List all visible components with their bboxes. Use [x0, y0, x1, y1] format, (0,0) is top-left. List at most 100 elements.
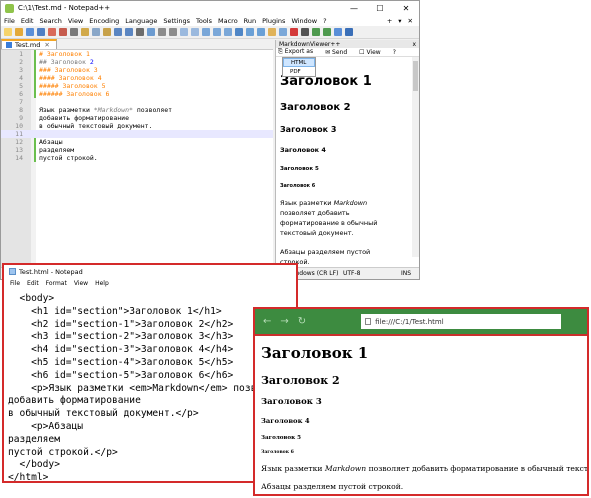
code-editor[interactable]: 1 # Заголовок 1 2 ## Заголовок 2 3 ### Заголо… [1, 50, 273, 268]
page-heading-5: Заголовок 5 [261, 435, 301, 441]
undo-icon[interactable] [114, 28, 122, 36]
new-tab-button[interactable]: + [387, 17, 392, 25]
save-macro-icon[interactable] [334, 28, 342, 36]
insert-mode[interactable]: INS [401, 270, 411, 277]
code-line[interactable]: 5 ##### Заголовок 5 [1, 82, 273, 90]
notepad-menu-help[interactable]: Help [95, 280, 109, 287]
export-pdf-option[interactable]: PDF [283, 67, 315, 76]
notepadpp-logo-icon [5, 3, 14, 13]
monitoring-icon[interactable] [279, 28, 287, 36]
export-html-option[interactable]: HTML [283, 58, 315, 67]
stop-macro-icon[interactable] [301, 28, 309, 36]
menu-window[interactable]: Window [291, 17, 317, 25]
notepad-window-title: Test.html - Notepad [19, 267, 83, 276]
record-macro-icon[interactable] [290, 28, 298, 36]
print-icon[interactable] [70, 28, 78, 36]
notepad-menu-edit[interactable]: Edit [27, 280, 39, 287]
replace-icon[interactable] [147, 28, 155, 36]
code-line[interactable]: 2 ## Заголовок 2 [1, 58, 273, 66]
code-line[interactable]: 10 в обычный текстовый документ. [1, 122, 273, 130]
preview-heading-5: Заголовок 5 [280, 166, 319, 172]
panel-close-icon[interactable]: x [412, 41, 416, 48]
show-all-chars-icon[interactable] [213, 28, 221, 36]
menu-file[interactable]: File [4, 17, 15, 25]
word-wrap-icon[interactable] [202, 28, 210, 36]
help-button[interactable]: ? [393, 49, 396, 56]
menu-settings[interactable]: Settings [163, 17, 190, 25]
save-all-icon[interactable] [37, 28, 45, 36]
menu-view[interactable]: View [68, 17, 83, 25]
maximize-button[interactable]: ☐ [367, 4, 393, 13]
copy-icon[interactable] [92, 28, 100, 36]
reload-button[interactable]: ↻ [298, 316, 306, 327]
notepad-menu-view[interactable]: View [74, 280, 88, 287]
sync-vertical-icon[interactable] [180, 28, 188, 36]
code-line[interactable]: 3 ### Заголовок 3 [1, 66, 273, 74]
line-number: 9 [19, 114, 23, 122]
close-all-icon[interactable] [59, 28, 67, 36]
zoom-out-icon[interactable] [169, 28, 177, 36]
close-file-icon[interactable] [48, 28, 56, 36]
menu-edit[interactable]: Edit [21, 17, 34, 25]
code-line[interactable]: 11 [1, 130, 273, 138]
code-text: в обычный текстовый документ. [39, 122, 153, 130]
npp-tab-strip: Test.md ✕ [1, 39, 273, 50]
menu-run[interactable]: Run [244, 17, 256, 25]
code-line[interactable]: 12 Абзацы [1, 138, 273, 146]
code-line[interactable]: 6 ###### Заголовок 6 [1, 90, 273, 98]
view-button[interactable]: ☐ View [359, 49, 387, 56]
code-token: #### Заголовок 4 [39, 74, 102, 82]
sync-horizontal-icon[interactable] [191, 28, 199, 36]
folder-workspace-icon[interactable] [268, 28, 276, 36]
code-line[interactable]: 1 # Заголовок 1 [1, 50, 273, 58]
close-document-button[interactable]: ✕ [408, 17, 413, 25]
doc-map-icon[interactable] [246, 28, 254, 36]
forward-button[interactable]: → [280, 316, 288, 327]
code-line[interactable]: 13 разделяем [1, 146, 273, 154]
play-macro-icon[interactable] [312, 28, 320, 36]
menu-help[interactable]: ? [323, 17, 326, 25]
code-line[interactable]: 14 пустой строкой. [1, 154, 273, 162]
function-list-icon[interactable] [257, 28, 265, 36]
paste-icon[interactable] [103, 28, 111, 36]
menu-encoding[interactable]: Encoding [89, 17, 119, 25]
page-paragraph-2: Абзацы разделяем пустой строкой. [261, 482, 404, 491]
language-icon[interactable] [235, 28, 243, 36]
code-line[interactable]: 7 [1, 98, 273, 106]
open-file-icon[interactable] [15, 28, 23, 36]
code-token: разделяем [39, 146, 75, 154]
preview-scrollbar[interactable] [412, 57, 419, 257]
tab-test-md[interactable]: Test.md ✕ [1, 39, 57, 49]
address-bar[interactable]: file:///C:/1/Test.html [361, 314, 562, 329]
menu-tools[interactable]: Tools [196, 17, 212, 25]
menu-macro[interactable]: Macro [218, 17, 238, 25]
scrollbar-thumb[interactable] [413, 61, 418, 91]
menu-plugins[interactable]: Plugins [262, 17, 285, 25]
run-macro-multiple-icon[interactable] [323, 28, 331, 36]
menu-language[interactable]: Language [125, 17, 157, 25]
new-file-icon[interactable] [4, 28, 12, 36]
indent-guide-icon[interactable] [224, 28, 232, 36]
cut-icon[interactable] [81, 28, 89, 36]
save-icon[interactable] [26, 28, 34, 36]
line-number: 5 [19, 82, 23, 90]
markdown-viewer-icon[interactable] [345, 28, 353, 36]
send-button[interactable]: ✉ Send [325, 49, 353, 56]
code-line[interactable]: 4 #### Заголовок 4 [1, 74, 273, 82]
back-button[interactable]: ← [263, 316, 271, 327]
code-text: ##### Заголовок 5 [39, 82, 106, 90]
tab-close-icon[interactable]: ✕ [44, 41, 49, 49]
export-as-button[interactable]: ⎘ Export as [278, 48, 319, 56]
zoom-in-icon[interactable] [158, 28, 166, 36]
notepad-menu-file[interactable]: File [10, 280, 20, 287]
code-line[interactable]: 9 добавить форматирование [1, 114, 273, 122]
tab-list-dropdown[interactable]: ▾ [398, 17, 401, 25]
minimize-button[interactable]: — [341, 4, 367, 13]
notepad-menu-format[interactable]: Format [46, 280, 67, 287]
code-line[interactable]: 8 Язык разметки *Markdown* позволяет [1, 106, 273, 114]
encoding[interactable]: UTF-8 [343, 270, 361, 277]
close-button[interactable]: ✕ [393, 4, 419, 13]
find-icon[interactable] [136, 28, 144, 36]
menu-search[interactable]: Search [39, 17, 61, 25]
redo-icon[interactable] [125, 28, 133, 36]
